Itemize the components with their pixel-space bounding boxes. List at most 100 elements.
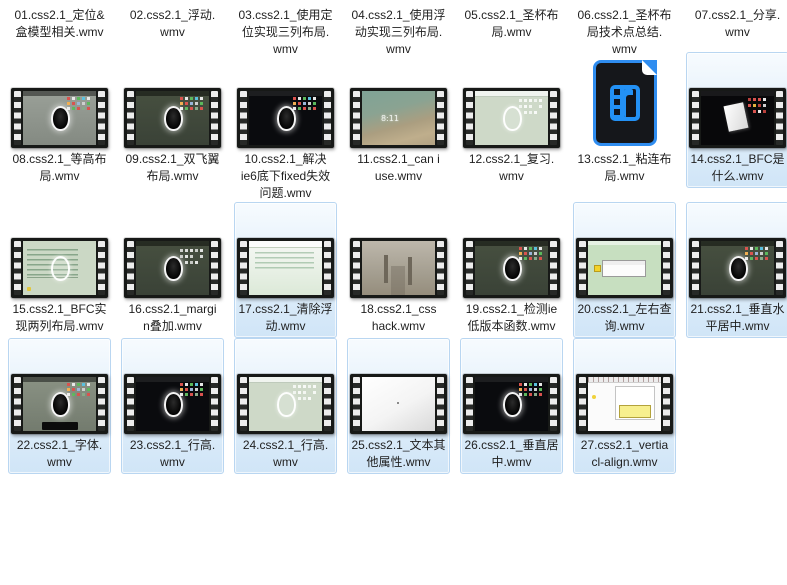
item-selection-box[interactable]: 21.css2.1_垂直水平居中.wmv: [686, 202, 787, 338]
file-item[interactable]: 05.css2.1_圣杯布局.wmv: [460, 0, 563, 52]
video-thumbnail-icon[interactable]: [576, 374, 673, 434]
file-name-label[interactable]: 21.css2.1_垂直水平居中.wmv: [690, 301, 784, 335]
file-name-label[interactable]: 18.css2.1_csshack.wmv: [360, 301, 436, 335]
video-thumbnail-icon[interactable]: [576, 238, 673, 298]
item-selection-box[interactable]: 24.css2.1_行高.wmv: [234, 338, 337, 474]
item-selection-box[interactable]: 12.css2.1_复习.wmv: [460, 52, 563, 188]
item-selection-box[interactable]: 10.css2.1_解决ie6底下fixed失效问题.wmv: [234, 52, 337, 205]
file-item[interactable]: 25.css2.1_文本其他属性.wmv: [347, 338, 450, 475]
file-item[interactable]: 20.css2.1_左右查询.wmv: [573, 202, 676, 338]
item-selection-box[interactable]: 05.css2.1_圣杯布局.wmv: [460, 0, 563, 44]
file-name-label[interactable]: 05.css2.1_圣杯布局.wmv: [464, 7, 558, 41]
item-selection-box[interactable]: 26.css2.1_垂直居中.wmv: [460, 338, 563, 474]
video-thumbnail-icon[interactable]: 8:11: [350, 88, 447, 148]
file-name-label[interactable]: 15.css2.1_BFC实现两列布局.wmv: [12, 301, 106, 335]
file-item[interactable]: 26.css2.1_垂直居中.wmv: [460, 338, 563, 475]
video-file-icon[interactable]: [593, 60, 657, 146]
file-name-label[interactable]: 26.css2.1_垂直居中.wmv: [464, 437, 558, 471]
video-thumbnail-icon[interactable]: [124, 374, 221, 434]
item-selection-box[interactable]: 16.css2.1_margin叠加.wmv: [121, 202, 224, 338]
file-item[interactable]: 01.css2.1_定位&盒模型相关.wmv: [8, 0, 111, 52]
file-name-label[interactable]: 14.css2.1_BFC是什么.wmv: [690, 151, 784, 185]
item-selection-box[interactable]: 19.css2.1_检测ie低版本函数.wmv: [460, 202, 563, 338]
item-selection-box[interactable]: 23.css2.1_行高.wmv: [121, 338, 224, 474]
video-thumbnail-icon[interactable]: [237, 238, 334, 298]
video-thumbnail-icon[interactable]: [124, 238, 221, 298]
video-thumbnail-icon[interactable]: [689, 88, 786, 148]
video-thumbnail-icon[interactable]: [463, 374, 560, 434]
file-name-label[interactable]: 10.css2.1_解决ie6底下fixed失效问题.wmv: [241, 151, 330, 202]
file-item[interactable]: 13.css2.1_粘连布局.wmv: [573, 52, 676, 202]
video-thumbnail-icon[interactable]: [463, 88, 560, 148]
file-item[interactable]: 16.css2.1_margin叠加.wmv: [121, 202, 224, 338]
item-selection-box[interactable]: 14.css2.1_BFC是什么.wmv: [686, 52, 787, 188]
item-selection-box[interactable]: 25.css2.1_文本其他属性.wmv: [347, 338, 450, 474]
file-name-label[interactable]: 13.css2.1_粘连布局.wmv: [577, 151, 671, 185]
file-item[interactable]: 07.css2.1_分享.wmv: [686, 0, 787, 52]
file-item[interactable]: 23.css2.1_行高.wmv: [121, 338, 224, 475]
file-name-label[interactable]: 24.css2.1_行高.wmv: [243, 437, 328, 471]
item-selection-box[interactable]: 02.css2.1_浮动.wmv: [121, 0, 224, 44]
file-item[interactable]: 12.css2.1_复习.wmv: [460, 52, 563, 202]
file-name-label[interactable]: 16.css2.1_margin叠加.wmv: [128, 301, 216, 335]
file-item[interactable]: 03.css2.1_使用定位实现三列布局.wmv: [234, 0, 337, 52]
item-selection-box[interactable]: 08.css2.1_等高布局.wmv: [8, 52, 111, 188]
video-thumbnail-icon[interactable]: [11, 238, 108, 298]
video-thumbnail-icon[interactable]: [124, 88, 221, 148]
file-item[interactable]: 24.css2.1_行高.wmv: [234, 338, 337, 475]
file-name-label[interactable]: 23.css2.1_行高.wmv: [130, 437, 215, 471]
file-name-label[interactable]: 19.css2.1_检测ie低版本函数.wmv: [466, 301, 557, 335]
item-selection-box[interactable]: 09.css2.1_双飞翼布局.wmv: [121, 52, 224, 188]
file-item[interactable]: 18.css2.1_csshack.wmv: [347, 202, 450, 338]
file-name-label[interactable]: 03.css2.1_使用定位实现三列布局.wmv: [238, 7, 332, 58]
file-item[interactable]: 14.css2.1_BFC是什么.wmv: [686, 52, 787, 202]
item-selection-box[interactable]: 18.css2.1_csshack.wmv: [347, 202, 450, 338]
video-thumbnail-icon[interactable]: [11, 374, 108, 434]
file-item[interactable]: 21.css2.1_垂直水平居中.wmv: [686, 202, 787, 338]
file-name-label[interactable]: 22.css2.1_字体.wmv: [17, 437, 102, 471]
file-item[interactable]: 04.css2.1_使用浮动实现三列布局.wmv: [347, 0, 450, 52]
file-name-label[interactable]: 08.css2.1_等高布局.wmv: [12, 151, 106, 185]
video-thumbnail-icon[interactable]: [11, 88, 108, 148]
video-thumbnail-icon[interactable]: [237, 88, 334, 148]
video-thumbnail-icon[interactable]: [237, 374, 334, 434]
file-item[interactable]: 8:1111.css2.1_can iuse.wmv: [347, 52, 450, 202]
file-name-label[interactable]: 06.css2.1_圣杯布局技术点总结.wmv: [577, 7, 671, 58]
item-selection-box[interactable]: 01.css2.1_定位&盒模型相关.wmv: [8, 0, 111, 44]
file-name-label[interactable]: 07.css2.1_分享.wmv: [695, 7, 780, 41]
file-name-line: 08.css2.1_等高布: [12, 151, 106, 168]
item-selection-box[interactable]: 22.css2.1_字体.wmv: [8, 338, 111, 474]
file-item[interactable]: 02.css2.1_浮动.wmv: [121, 0, 224, 52]
file-item[interactable]: 27.css2.1_vertiacl-align.wmv: [573, 338, 676, 475]
video-thumbnail-icon[interactable]: [350, 374, 447, 434]
file-name-label[interactable]: 12.css2.1_复习.wmv: [469, 151, 554, 185]
item-selection-box[interactable]: 15.css2.1_BFC实现两列布局.wmv: [8, 202, 111, 338]
item-selection-box[interactable]: 13.css2.1_粘连布局.wmv: [573, 52, 676, 188]
file-name-label[interactable]: 11.css2.1_can iuse.wmv: [357, 151, 440, 185]
file-item[interactable]: 19.css2.1_检测ie低版本函数.wmv: [460, 202, 563, 338]
video-thumbnail-icon[interactable]: [689, 238, 786, 298]
file-item[interactable]: 10.css2.1_解决ie6底下fixed失效问题.wmv: [234, 52, 337, 202]
file-item[interactable]: 09.css2.1_双飞翼布局.wmv: [121, 52, 224, 202]
file-name-label[interactable]: 17.css2.1_清除浮动.wmv: [238, 301, 332, 335]
file-item[interactable]: 06.css2.1_圣杯布局技术点总结.wmv: [573, 0, 676, 52]
thumbnail-screen: [362, 241, 435, 295]
item-selection-box[interactable]: 8:1111.css2.1_can iuse.wmv: [347, 52, 450, 188]
file-name-label[interactable]: 02.css2.1_浮动.wmv: [130, 7, 215, 41]
item-selection-box[interactable]: 27.css2.1_vertiacl-align.wmv: [573, 338, 676, 474]
file-name-label[interactable]: 27.css2.1_vertiacl-align.wmv: [581, 437, 668, 471]
file-name-label[interactable]: 04.css2.1_使用浮动实现三列布局.wmv: [351, 7, 445, 58]
video-thumbnail-icon[interactable]: [463, 238, 560, 298]
item-selection-box[interactable]: 20.css2.1_左右查询.wmv: [573, 202, 676, 338]
file-name-label[interactable]: 25.css2.1_文本其他属性.wmv: [351, 437, 445, 471]
item-selection-box[interactable]: 17.css2.1_清除浮动.wmv: [234, 202, 337, 338]
file-name-label[interactable]: 01.css2.1_定位&盒模型相关.wmv: [14, 7, 104, 41]
file-item[interactable]: 15.css2.1_BFC实现两列布局.wmv: [8, 202, 111, 338]
file-item[interactable]: 08.css2.1_等高布局.wmv: [8, 52, 111, 202]
item-selection-box[interactable]: 07.css2.1_分享.wmv: [686, 0, 787, 44]
file-name-label[interactable]: 20.css2.1_左右查询.wmv: [577, 301, 671, 335]
file-item[interactable]: 17.css2.1_清除浮动.wmv: [234, 202, 337, 338]
file-name-label[interactable]: 09.css2.1_双飞翼布局.wmv: [125, 151, 219, 185]
video-thumbnail-icon[interactable]: [350, 238, 447, 298]
file-item[interactable]: 22.css2.1_字体.wmv: [8, 338, 111, 475]
